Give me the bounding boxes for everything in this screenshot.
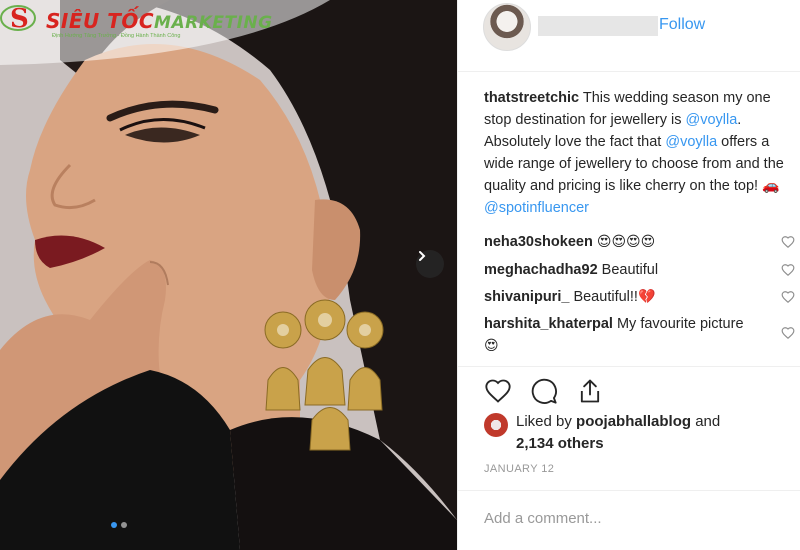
- carousel-dot-active: [110, 522, 117, 528]
- post-caption: thatstreetchic This wedding season my on…: [484, 87, 796, 219]
- liker-username[interactable]: poojabhallablog: [576, 413, 691, 430]
- comment-icon[interactable]: [530, 377, 558, 405]
- comment-username[interactable]: meghachadha92: [484, 262, 598, 278]
- post-actions: [458, 366, 800, 416]
- post-sidebar: Follow thatstreetchic This wedding seaso…: [457, 0, 800, 550]
- comment-text: Beautiful!!: [569, 289, 638, 305]
- comment-like-icon[interactable]: [781, 326, 795, 340]
- author-avatar[interactable]: [483, 3, 531, 51]
- comments-list[interactable]: thatstreetchic This wedding season my on…: [458, 80, 800, 363]
- comment-row: harshita_khaterpal My favourite picture …: [484, 313, 754, 357]
- comment-row: shivanipuri_ Beautiful!!💔: [484, 286, 754, 308]
- likes-prefix: Liked by: [516, 413, 577, 430]
- comment-like-icon[interactable]: [781, 290, 795, 304]
- caption-mention[interactable]: @voylla: [665, 134, 717, 150]
- comment-input[interactable]: [484, 507, 774, 529]
- carousel-dot: [120, 522, 127, 528]
- comment-username[interactable]: harshita_khaterpal: [484, 316, 613, 332]
- chevron-right-icon: [419, 251, 426, 261]
- carousel-next-button[interactable]: [416, 250, 444, 278]
- heart-icon[interactable]: [484, 377, 512, 405]
- caption-mention[interactable]: @voylla: [686, 112, 738, 128]
- post-header: Follow: [458, 0, 800, 72]
- comment-emoji: 😍: [484, 338, 499, 354]
- comment-emoji: 💔: [637, 289, 656, 305]
- follow-button[interactable]: Follow: [659, 16, 705, 34]
- comment-username[interactable]: neha30shokeen: [484, 234, 593, 250]
- comment-like-icon[interactable]: [781, 235, 795, 249]
- likes-middle: and: [691, 413, 721, 430]
- likes-count[interactable]: 2,134 others: [516, 435, 604, 452]
- car-emoji: 🚗: [762, 178, 780, 194]
- comment-row: neha30shokeen 😍😍😍😍: [484, 231, 754, 253]
- svg-text:S: S: [10, 4, 29, 34]
- watermark-brand: SIÊU TỐCMARKETING: [46, 9, 273, 33]
- caption-username[interactable]: thatstreetchic: [484, 90, 579, 106]
- share-icon[interactable]: [576, 377, 604, 405]
- post-image[interactable]: S SIÊU TỐCMARKETING Định Hướng Tăng Trưở…: [0, 0, 457, 550]
- carousel-indicator: [0, 522, 237, 528]
- watermark-logo-icon: S: [0, 4, 36, 34]
- caption-mention[interactable]: @spotinfluencer: [484, 200, 589, 216]
- comment-text: Beautiful: [597, 262, 659, 278]
- liker-avatar[interactable]: [484, 413, 508, 437]
- likes-summary: Liked by poojabhallablog and 2,134 other…: [516, 411, 786, 455]
- comment-emoji: 😍😍😍😍: [596, 234, 656, 250]
- add-comment-bar: [458, 490, 800, 546]
- author-username-redacted[interactable]: [538, 16, 658, 36]
- comment-row: meghachadha92 Beautiful: [484, 259, 754, 281]
- post-photo-illustration: [0, 0, 457, 550]
- watermark: S SIÊU TỐCMARKETING Định Hướng Tăng Trưở…: [0, 0, 272, 52]
- watermark-tagline: Định Hướng Tăng Trưởng - Đồng Hành Thành…: [52, 33, 181, 39]
- comment-text: My favourite picture: [612, 316, 744, 332]
- comment-username[interactable]: shivanipuri_: [484, 289, 569, 305]
- comment-like-icon[interactable]: [781, 263, 795, 277]
- post-date[interactable]: JANUARY 12: [484, 463, 554, 475]
